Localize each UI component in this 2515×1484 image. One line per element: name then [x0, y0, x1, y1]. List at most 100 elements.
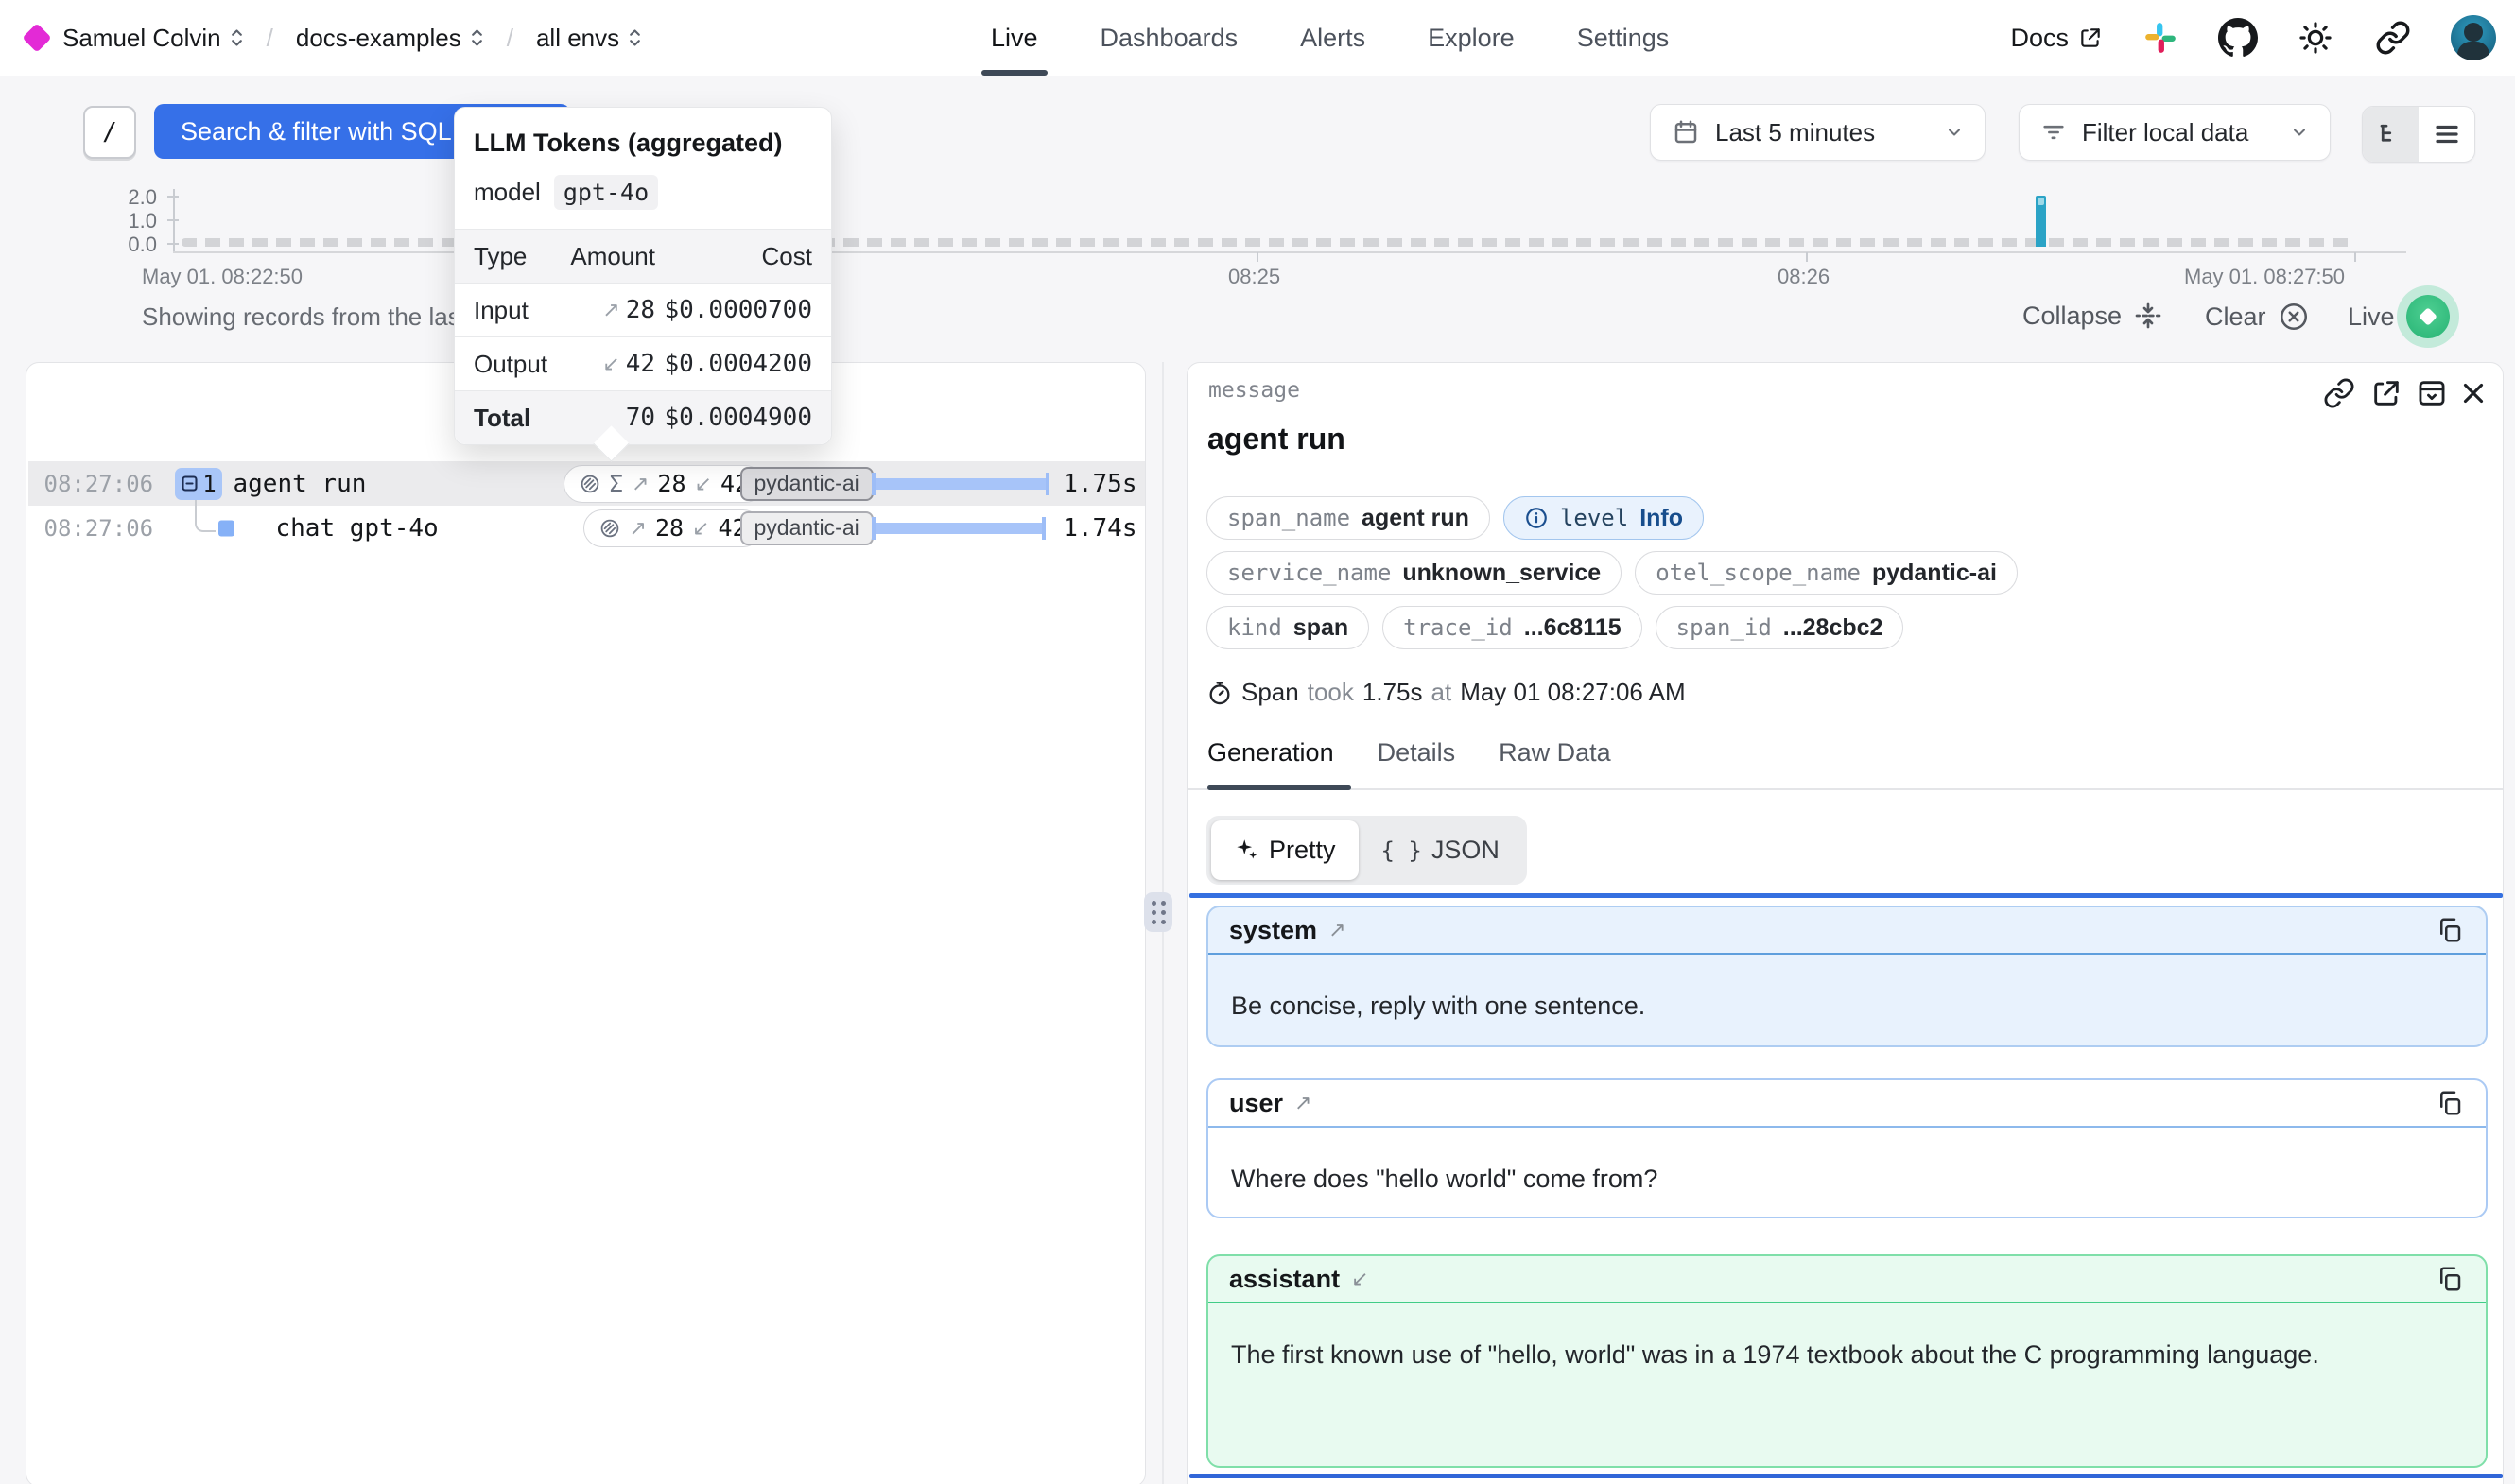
message-role: user: [1229, 1089, 1283, 1118]
trace-row-chat-gpt4o[interactable]: 08:27:06 chat gpt-4o ↗ 28 ↙ 42 pydantic-…: [28, 506, 1145, 550]
token-coin-icon: [598, 517, 621, 540]
popover-model-row: model gpt-4o: [455, 158, 831, 229]
attr-key: span_id: [1676, 614, 1772, 641]
main-nav: Live Dashboards Alerts Explore Settings: [991, 0, 1669, 76]
calendar-icon: [1672, 118, 1700, 147]
row-amount: 70: [626, 404, 655, 432]
service-name-pill[interactable]: service_name unknown_service: [1206, 551, 1622, 595]
live-toggle-button[interactable]: Live: [2348, 295, 2450, 338]
level-pill[interactable]: level Info: [1503, 496, 1704, 540]
clear-button[interactable]: Clear: [2205, 301, 2310, 333]
dock-panel-button[interactable]: [2416, 377, 2448, 409]
collapse-button[interactable]: Collapse: [2022, 301, 2163, 331]
tab-alerts[interactable]: Alerts: [1300, 0, 1365, 76]
attr-key: span_name: [1227, 505, 1350, 531]
slack-icon: [2142, 20, 2178, 56]
popover-row-total: Total 70 $0.0004900: [455, 390, 831, 444]
close-panel-button[interactable]: [2457, 377, 2489, 409]
share-link-button[interactable]: [2373, 18, 2413, 58]
breadcrumb-separator: /: [507, 24, 513, 53]
tab-dashboards[interactable]: Dashboards: [1101, 0, 1239, 76]
open-in-new-button[interactable]: [2370, 377, 2402, 409]
json-toggle-button[interactable]: { } JSON: [1359, 820, 1522, 880]
project-switcher[interactable]: docs-examples: [296, 24, 484, 53]
copy-message-button[interactable]: [2435, 1264, 2465, 1294]
scope-tag-badge[interactable]: pydantic-ai: [740, 511, 874, 545]
message-text: Be concise, reply with one sentence.: [1208, 955, 2486, 1027]
user-avatar[interactable]: [2451, 15, 2496, 60]
took-duration: 1.75s: [1362, 678, 1423, 707]
collapse-children-badge[interactable]: 1: [175, 468, 222, 500]
tab-settings[interactable]: Settings: [1577, 0, 1670, 76]
tab-live[interactable]: Live: [991, 0, 1038, 76]
span-name-pill[interactable]: span_name agent run: [1206, 496, 1490, 540]
filter-lines-icon: [2040, 119, 2067, 146]
slack-button[interactable]: [2141, 18, 2180, 58]
panel-resize-handle[interactable]: [1144, 892, 1172, 932]
flat-list-view-button[interactable]: [2419, 107, 2474, 162]
direction-arrow-icon: ↙: [1351, 1267, 1368, 1291]
record-count-bar[interactable]: [2036, 196, 2046, 247]
trace-list-panel: No older records to load 08:27:06 1 agen…: [26, 362, 1146, 1484]
tab-explore[interactable]: Explore: [1428, 0, 1515, 76]
info-icon: [1524, 506, 1549, 530]
live-label: Live: [2348, 302, 2395, 332]
tab-generation[interactable]: Generation: [1207, 738, 1334, 768]
attr-value: ...28cbc2: [1783, 614, 1883, 642]
copy-icon: [2436, 1089, 2464, 1117]
span-word: Span: [1241, 678, 1299, 707]
message-role: assistant: [1229, 1265, 1340, 1294]
span-details-panel: message agent run span_name agent run le…: [1187, 362, 2504, 1484]
y-tick-1: 1.0: [100, 209, 157, 233]
env-switcher[interactable]: all envs: [536, 24, 642, 53]
input-arrow-icon: ↗: [602, 298, 619, 322]
otel-scope-pill[interactable]: otel_scope_name pydantic-ai: [1635, 551, 2018, 595]
input-arrow-icon: ↗: [630, 516, 647, 541]
kind-pill[interactable]: kind span: [1206, 606, 1369, 649]
span-id-pill[interactable]: span_id ...28cbc2: [1656, 606, 1904, 649]
token-usage-pill[interactable]: ↗ 28 ↙ 42: [583, 509, 762, 547]
copy-icon: [2436, 1265, 2464, 1293]
time-range-dropdown[interactable]: Last 5 minutes: [1650, 104, 1986, 161]
braces-icon: { }: [1381, 837, 1422, 864]
trace-id-pill[interactable]: trace_id ...6c8115: [1382, 606, 1641, 649]
copy-link-button[interactable]: [2323, 377, 2355, 409]
collapse-vertical-icon: [2133, 301, 2163, 331]
filter-local-data-dropdown[interactable]: Filter local data: [2019, 104, 2331, 161]
logfire-logo-icon: [22, 23, 51, 52]
docs-link[interactable]: Docs: [2010, 24, 2103, 53]
github-icon: [2218, 18, 2258, 58]
row-cost: $0.0004900: [655, 404, 812, 432]
attr-key: otel_scope_name: [1656, 560, 1861, 586]
pretty-toggle-button[interactable]: Pretty: [1211, 820, 1359, 880]
tree-view-button[interactable]: [2363, 107, 2419, 162]
output-arrow-icon: ↙: [695, 472, 712, 496]
message-card-assistant: assistant ↙ The first known use of "hell…: [1206, 1254, 2488, 1468]
sigma-aggregate-icon: Σ: [610, 471, 623, 497]
details-tabs: Generation Details Raw Data: [1207, 738, 1611, 768]
tab-raw-data[interactable]: Raw Data: [1499, 738, 1611, 768]
scope-tag-badge[interactable]: pydantic-ai: [740, 467, 874, 501]
copy-message-button[interactable]: [2435, 1088, 2465, 1118]
copy-message-button[interactable]: [2435, 915, 2465, 945]
output-arrow-icon: ↙: [692, 516, 709, 541]
tab-details[interactable]: Details: [1378, 738, 1456, 768]
span-name: agent run: [234, 470, 367, 498]
sort-chevrons-icon: [470, 26, 484, 49]
org-switcher[interactable]: Samuel Colvin: [62, 24, 244, 53]
list-icon: [2433, 120, 2461, 148]
popover-table-header: Type Amount Cost: [455, 229, 831, 283]
x-tick-start: May 01. 08:22:50: [142, 265, 303, 289]
trace-row-agent-run[interactable]: 08:27:06 1 agent run Σ ↗ 28 ↙ 42 pydanti…: [28, 461, 1145, 506]
sort-chevrons-icon: [628, 26, 642, 49]
chevron-down-icon: [1945, 123, 1964, 142]
token-usage-pill[interactable]: Σ ↗ 28 ↙ 42: [564, 465, 765, 503]
col-type: Type: [474, 242, 549, 271]
row-timestamp: 08:27:06: [44, 515, 154, 542]
link-icon: [2375, 20, 2411, 56]
attr-value: Info: [1639, 505, 1683, 532]
theme-toggle-button[interactable]: [2296, 18, 2335, 58]
y-axis-line: [173, 189, 175, 251]
top-nav: Samuel Colvin / docs-examples / all envs…: [0, 0, 2515, 76]
github-button[interactable]: [2218, 18, 2258, 58]
